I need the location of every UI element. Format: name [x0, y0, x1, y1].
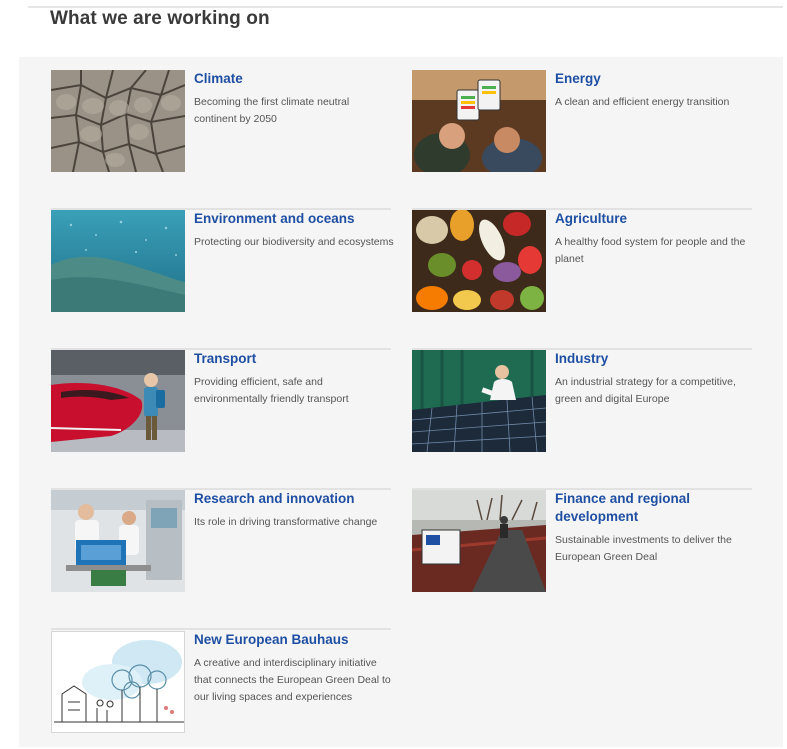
cracked-earth-image[interactable] — [51, 70, 185, 172]
topic-title-research-innovation[interactable]: Research and innovation — [194, 490, 384, 508]
bridge-image[interactable] — [412, 490, 546, 592]
topic-description-industry: An industrial strategy for a competitive… — [555, 376, 736, 405]
topic-title-agriculture[interactable]: Agriculture — [555, 210, 745, 228]
laboratory-image[interactable] — [51, 490, 185, 592]
topic-title-environment-oceans[interactable]: Environment and oceans — [194, 210, 384, 228]
topics-panel: Climate Becoming the first climate neutr… — [19, 57, 783, 747]
train-image[interactable] — [51, 350, 185, 452]
topic-title-transport[interactable]: Transport — [194, 350, 384, 368]
vegetables-image[interactable] — [412, 210, 546, 312]
energy-tablet-image[interactable] — [412, 70, 546, 172]
topic-description-agriculture: A healthy food system for people and the… — [555, 236, 746, 265]
topic-card-finance-regional: Finance and regional development Sustain… — [412, 490, 752, 630]
topic-description-energy: A clean and efficient energy transition — [555, 96, 730, 108]
topic-card-transport[interactable]: Transport Providing efficient, safe and … — [51, 350, 391, 490]
topic-title-new-european-bauhaus[interactable]: New European Bauhaus — [194, 631, 384, 649]
section-heading: What we are working on — [50, 8, 270, 29]
topic-description-climate: Becoming the first climate neutral conti… — [194, 96, 350, 125]
topic-title-climate[interactable]: Climate — [194, 70, 384, 88]
topic-card-climate[interactable]: Climate Becoming the first climate neutr… — [51, 70, 391, 210]
topic-description-research-innovation: Its role in driving transformative chang… — [194, 516, 378, 528]
bauhaus-sketch-image[interactable] — [51, 631, 185, 733]
topic-card-industry[interactable]: Industry An industrial strategy for a co… — [412, 350, 752, 490]
topic-title-industry[interactable]: Industry — [555, 350, 745, 368]
card-divider — [51, 628, 391, 630]
topic-card-environment-oceans[interactable]: Environment and oceans Protecting our bi… — [51, 210, 394, 350]
topic-card-new-european-bauhaus[interactable]: New European Bauhaus A creative and inte… — [51, 631, 391, 749]
topic-description-environment-oceans: Protecting our biodiversity and ecosyste… — [194, 236, 394, 248]
topic-card-research-innovation[interactable]: Research and innovation Its role in driv… — [51, 490, 391, 630]
topic-description-new-european-bauhaus: A creative and interdisciplinary initiat… — [194, 657, 391, 703]
solar-panel-image[interactable] — [412, 350, 546, 452]
topic-title-finance-regional[interactable]: Finance and regional development — [555, 490, 745, 526]
topic-card-energy[interactable]: Energy A clean and efficient energy tran… — [412, 70, 752, 210]
topic-description-finance-regional: Sustainable investments to deliver the E… — [555, 534, 732, 563]
topic-title-energy[interactable]: Energy — [555, 70, 745, 88]
topic-description-transport: Providing efficient, safe and environmen… — [194, 376, 349, 405]
ocean-image[interactable] — [51, 210, 185, 312]
topic-card-agriculture[interactable]: Agriculture A healthy food system for pe… — [412, 210, 752, 350]
